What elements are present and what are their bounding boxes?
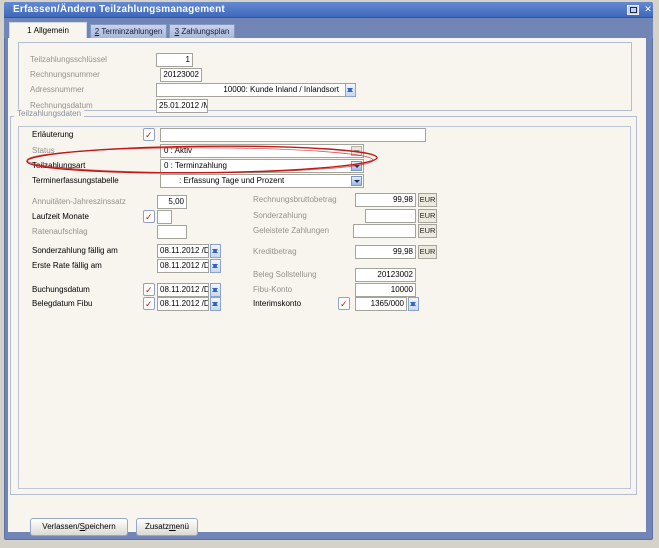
menu-button-label: Zusatzmenü <box>145 522 189 531</box>
fibu-konto-label: Fibu-Konto <box>253 285 292 295</box>
rechnungsnummer-field: 20123002 <box>160 68 202 82</box>
annuitaeten-label: Annuitäten-Jahreszinssatz <box>32 197 126 207</box>
verlassen-speichern-button[interactable]: Verlassen/Speichern <box>30 518 128 536</box>
interimskonto-spinner-icon[interactable] <box>408 297 419 311</box>
status-combo: 0 : Aktiv <box>160 144 364 158</box>
geleistete-zahlungen-unit: EUR <box>418 224 437 238</box>
terminerfassungstabelle-combo[interactable]: : Erfassung Tage und Prozent <box>160 174 364 188</box>
kreditbetrag-field: 99,98 <box>355 245 416 259</box>
status-label: Status <box>32 146 55 156</box>
ratenaufschlag-label: Ratenaufschlag <box>32 227 88 237</box>
save-button-label: Verlassen/Speichern <box>42 522 115 531</box>
sonderzahlung-field[interactable] <box>365 209 416 223</box>
ratenaufschlag-field <box>157 225 187 239</box>
erlaeuterung-field[interactable] <box>160 128 426 142</box>
belegdatum-fibu-field[interactable]: 08.11.2012 /Do <box>157 297 209 311</box>
teilzahlungsart-dropdown-arrow-icon[interactable] <box>351 161 362 171</box>
beleg-sollstellung-field: 20123002 <box>355 268 416 282</box>
tab-zahlungsplan-num: 3 <box>175 27 179 36</box>
rechnungsbruttobetrag-label: Rechnungsbruttobetrag <box>253 195 337 205</box>
annuitaeten-field: 5,00 <box>157 195 187 209</box>
close-icon[interactable]: ✕ <box>642 3 654 15</box>
header-fields-panel <box>18 42 632 111</box>
teilzahlungsart-value: 0 : Terminzahlung <box>161 160 363 172</box>
geleistete-zahlungen-label: Geleistete Zahlungen <box>253 226 329 236</box>
laufzeit-monate-field[interactable] <box>157 210 172 224</box>
adressnummer-combo[interactable]: 10000: Kunde Inland / Inlandsort <box>156 83 356 97</box>
buchungsdatum-spinner-icon[interactable] <box>210 283 221 297</box>
belegdatum-fibu-note-check-icon[interactable] <box>143 297 155 310</box>
adressnummer-label: Adressnummer <box>30 85 84 95</box>
laufzeit-monate-label: Laufzeit Monate <box>32 212 89 222</box>
sonderzahlung-unit: EUR <box>418 209 437 223</box>
buchungsdatum-field[interactable]: 08.11.2012 /Do <box>157 283 209 297</box>
beleg-sollstellung-label: Beleg Sollstellung <box>253 270 317 280</box>
rechnungsnummer-label: Rechnungsnummer <box>30 70 100 80</box>
buchungsdatum-note-check-icon[interactable] <box>143 283 155 296</box>
erlaeuterung-note-check-icon[interactable] <box>143 128 155 141</box>
tab-zahlungsplan-label: Zahlungsplan <box>181 27 229 36</box>
erlaeuterung-label: Erläuterung <box>32 130 73 140</box>
tab-allgemein[interactable]: 1 Allgemein <box>9 22 87 38</box>
terminerfassungstabelle-value: : Erfassung Tage und Prozent <box>161 175 363 187</box>
belegdatum-fibu-label: Belegdatum Fibu <box>32 299 92 309</box>
buchungsdatum-label: Buchungsdatum <box>32 285 90 295</box>
laufzeit-monate-note-check-icon[interactable] <box>143 210 155 223</box>
teilzahlungsdaten-legend: Teilzahlungsdaten <box>14 109 84 119</box>
sonderzahlung-faellig-field[interactable]: 08.11.2012 /Do <box>157 244 209 258</box>
tab-terminzahlungen[interactable]: 2 Terminzahlungen <box>90 24 167 38</box>
zusatzmenue-button[interactable]: Zusatzmenü <box>136 518 198 536</box>
tab-terminzahlungen-label: Terminzahlungen <box>101 27 162 36</box>
tab-allgemein-num: 1 <box>27 26 31 35</box>
rechnungsbruttobetrag-unit: EUR <box>418 193 437 207</box>
teilzahlungsschluessel-field: 1 <box>156 53 193 67</box>
status-dropdown-arrow-icon <box>351 146 362 156</box>
erste-rate-field[interactable]: 08.11.2012 /Do <box>157 259 209 273</box>
tab-zahlungsplan[interactable]: 3 Zahlungsplan <box>169 24 235 38</box>
belegdatum-fibu-spinner-icon[interactable] <box>210 297 221 311</box>
fibu-konto-field: 10000 <box>355 283 416 297</box>
window-title: Erfassen/Ändern Teilzahlungsmanagement <box>13 4 225 15</box>
adressnummer-value: 10000: Kunde Inland / Inlandsort <box>157 84 355 96</box>
erste-rate-label: Erste Rate fällig am <box>32 261 102 271</box>
interimskonto-note-check-icon[interactable] <box>338 297 350 310</box>
sonderzahlung-label: Sonderzahlung <box>253 211 307 221</box>
terminerfassungstabelle-dropdown-arrow-icon[interactable] <box>351 176 362 186</box>
maximize-icon[interactable] <box>627 5 639 15</box>
teilzahlungsart-combo[interactable]: 0 : Terminzahlung <box>160 159 364 173</box>
sonderzahlung-faellig-label: Sonderzahlung fällig am <box>32 246 118 256</box>
tab-allgemein-label: Allgemein <box>34 26 69 35</box>
tab-terminzahlungen-num: 2 <box>95 27 99 36</box>
terminerfassungstabelle-label: Terminerfassungstabelle <box>32 176 119 186</box>
erste-rate-spinner-icon[interactable] <box>210 259 221 273</box>
status-value: 0 : Aktiv <box>161 145 363 157</box>
teilzahlungsart-label: Teilzahlungsart <box>32 161 85 171</box>
interimskonto-field[interactable]: 1365/000 <box>355 297 407 311</box>
teilzahlungsschluessel-label: Teilzahlungsschlüssel <box>30 55 107 65</box>
kreditbetrag-unit: EUR <box>418 245 437 259</box>
rechnungsdatum-field: 25.01.2012 /Mi <box>156 99 208 113</box>
rechnungsbruttobetrag-field: 99,98 <box>355 193 416 207</box>
kreditbetrag-label: Kreditbetrag <box>253 247 297 257</box>
adressnummer-spinner-icon[interactable] <box>345 83 356 97</box>
geleistete-zahlungen-field <box>353 224 416 238</box>
interimskonto-label: Interimskonto <box>253 299 301 309</box>
sonderzahlung-faellig-spinner-icon[interactable] <box>210 244 221 258</box>
